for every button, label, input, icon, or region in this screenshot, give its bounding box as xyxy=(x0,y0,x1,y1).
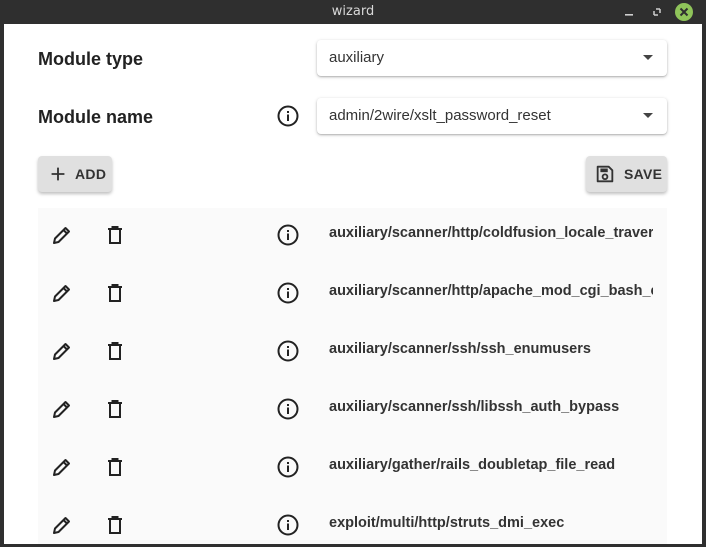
module-name-value: admin/2wire/xslt_password_reset xyxy=(329,107,551,124)
plus-icon xyxy=(51,167,65,181)
info-icon[interactable] xyxy=(276,223,300,247)
close-icon xyxy=(679,7,689,17)
save-button[interactable]: SAVE xyxy=(586,156,667,192)
list-item: exploit/multi/http/struts_dmi_exec xyxy=(38,498,667,544)
delete-trash-icon[interactable] xyxy=(103,455,127,479)
delete-trash-icon[interactable] xyxy=(103,281,127,305)
module-list: auxiliary/scanner/http/coldfusion_locale… xyxy=(38,208,667,544)
list-item: auxiliary/scanner/ssh/ssh_enumusers xyxy=(38,324,667,382)
window-title: wizard xyxy=(331,4,375,19)
info-icon[interactable] xyxy=(276,339,300,363)
module-name-info-icon[interactable] xyxy=(276,104,300,128)
edit-pencil-icon[interactable] xyxy=(50,397,74,421)
maximize-button[interactable] xyxy=(648,3,666,21)
info-icon[interactable] xyxy=(276,397,300,421)
edit-pencil-icon[interactable] xyxy=(50,455,74,479)
add-button[interactable]: ADD xyxy=(38,156,112,192)
dropdown-arrow-icon xyxy=(643,55,653,60)
edit-pencil-icon[interactable] xyxy=(50,281,74,305)
delete-trash-icon[interactable] xyxy=(103,513,127,537)
list-item: auxiliary/gather/rails_doubletap_file_re… xyxy=(38,440,667,498)
module-name-select[interactable]: admin/2wire/xslt_password_reset xyxy=(317,98,667,134)
edit-pencil-icon[interactable] xyxy=(50,513,74,537)
delete-trash-icon[interactable] xyxy=(103,397,127,421)
module-type-select[interactable]: auxiliary xyxy=(317,40,667,76)
minimize-button[interactable] xyxy=(620,3,638,21)
dropdown-arrow-icon xyxy=(643,113,653,118)
module-path: auxiliary/scanner/http/apache_mod_cgi_ba… xyxy=(329,283,653,299)
module-type-label: Module type xyxy=(38,49,144,69)
save-button-label: SAVE xyxy=(624,166,663,182)
list-item: auxiliary/scanner/http/apache_mod_cgi_ba… xyxy=(38,266,667,324)
wizard-content: Module type auxiliary Module name admin/… xyxy=(4,24,702,544)
module-path: auxiliary/scanner/http/coldfusion_locale… xyxy=(329,225,653,241)
edit-pencil-icon[interactable] xyxy=(50,339,74,363)
info-icon[interactable] xyxy=(276,455,300,479)
info-icon[interactable] xyxy=(276,281,300,305)
close-button[interactable] xyxy=(675,3,693,21)
edit-pencil-icon[interactable] xyxy=(50,223,74,247)
floppy-disk-icon xyxy=(596,165,614,183)
delete-trash-icon[interactable] xyxy=(103,223,127,247)
list-item: auxiliary/scanner/ssh/libssh_auth_bypass xyxy=(38,382,667,440)
info-icon[interactable] xyxy=(276,513,300,537)
list-item: auxiliary/scanner/http/coldfusion_locale… xyxy=(38,208,667,266)
module-path: auxiliary/scanner/ssh/ssh_enumusers xyxy=(329,341,591,357)
module-type-value: auxiliary xyxy=(329,49,385,66)
module-name-label: Module name xyxy=(38,107,154,127)
module-path: auxiliary/scanner/ssh/libssh_auth_bypass xyxy=(329,399,620,415)
minimize-icon xyxy=(625,14,633,16)
app-window: wizard Module type auxiliary Module name… xyxy=(0,0,706,547)
module-path: auxiliary/gather/rails_doubletap_file_re… xyxy=(329,457,616,473)
module-path: exploit/multi/http/struts_dmi_exec xyxy=(329,515,565,531)
delete-trash-icon[interactable] xyxy=(103,339,127,363)
maximize-icon xyxy=(653,8,661,16)
add-button-label: ADD xyxy=(75,166,107,182)
title-bar: wizard xyxy=(0,0,706,24)
